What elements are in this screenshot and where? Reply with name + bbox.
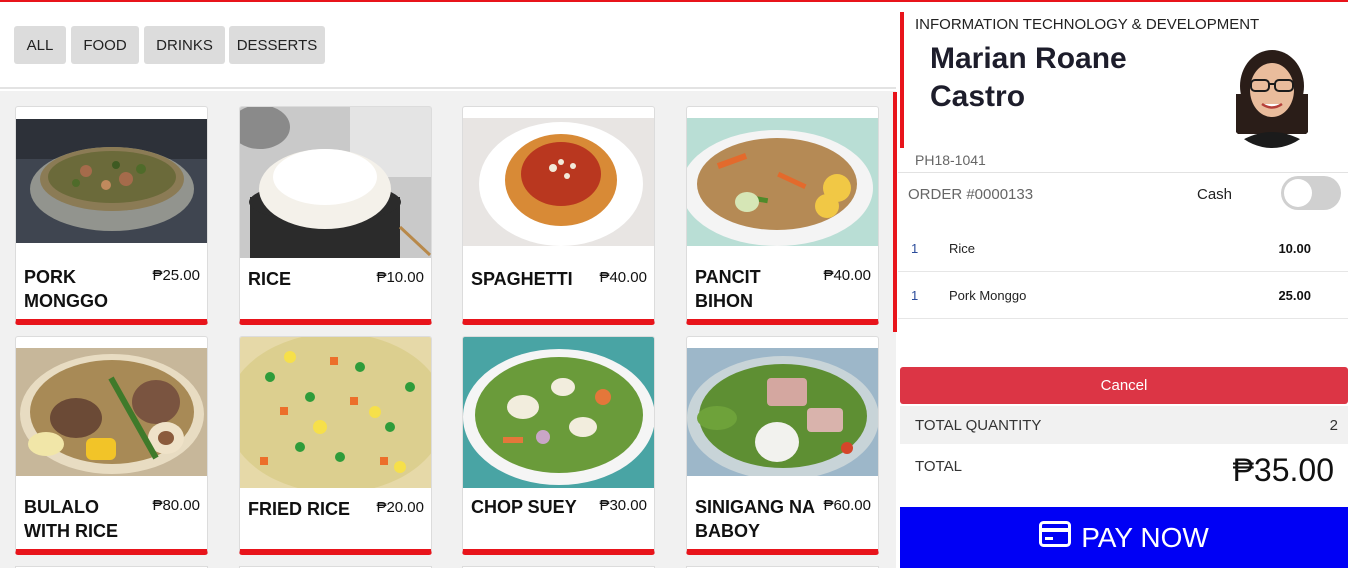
department-label: INFORMATION TECHNOLOGY & DEVELOPMENT: [915, 16, 1260, 33]
menu-card-name: SINIGANG NA BABOY: [695, 497, 815, 541]
bulalo-image: [16, 348, 207, 476]
sinigang-image: [687, 348, 878, 480]
menu-card-pancit-bihon[interactable]: PANCIT BIHON ₱40.00: [686, 106, 879, 325]
pay-now-button[interactable]: PAY NOW: [900, 507, 1348, 568]
menu-card-name: PANCIT BIHON: [695, 267, 761, 311]
menu-card-name: BULALO WITH RICE: [24, 497, 118, 541]
menu-card-price: ₱40.00: [599, 269, 647, 286]
pancit-bihon-image: [687, 118, 878, 246]
toggle-knob: [1284, 179, 1312, 207]
menu-card-price: ₱80.00: [152, 497, 200, 514]
pork-monggo-image: [16, 119, 207, 243]
filter-desserts-button[interactable]: DESSERTS: [229, 26, 325, 64]
order-line-qty: 1: [911, 241, 919, 256]
employee-name: Marian Roane Castro: [930, 42, 1127, 113]
order-line-qty: 1: [911, 288, 919, 303]
order-line[interactable]: 1 Pork Monggo 25.00: [898, 272, 1348, 319]
total-quantity-label: TOTAL QUANTITY: [915, 417, 1042, 434]
order-line-amount: 10.00: [1278, 241, 1311, 256]
cash-toggle[interactable]: [1281, 176, 1341, 210]
menu-card-pork-monggo[interactable]: PORK MONGGO ₱25.00: [15, 106, 208, 325]
menu-grid: PORK MONGGO ₱25.00 RICE ₱10.00 SPAGHETTI…: [0, 91, 896, 568]
menu-card-price: ₱20.00: [376, 499, 424, 516]
menu-card-rice[interactable]: RICE ₱10.00: [239, 106, 432, 325]
filter-drinks-button[interactable]: DRINKS: [144, 26, 225, 64]
menu-card-name: SPAGHETTI: [471, 269, 573, 289]
menu-card-price: ₱60.00: [823, 497, 871, 514]
filter-all-button[interactable]: ALL: [14, 26, 66, 64]
filter-food-button[interactable]: FOOD: [71, 26, 139, 64]
menu-scrollbar[interactable]: [893, 92, 897, 332]
total-quantity-row: TOTAL QUANTITY 2: [900, 406, 1348, 444]
total-quantity-value: 2: [1329, 417, 1338, 434]
category-filter-bar: ALL FOOD DRINKS DESSERTS: [0, 2, 896, 89]
total-amount: ₱35.00: [1232, 452, 1334, 488]
menu-card-sinigang-na-baboy[interactable]: SINIGANG NA BABOY ₱60.00: [686, 336, 879, 555]
chop-suey-image: [463, 337, 654, 488]
avatar: [1222, 44, 1322, 148]
menu-card-price: ₱10.00: [376, 269, 424, 286]
credit-card-icon: [1039, 521, 1072, 554]
total-label: TOTAL: [915, 458, 962, 475]
order-line[interactable]: 1 Rice 10.00: [898, 225, 1348, 272]
profile-accent-bar: [900, 12, 904, 148]
cancel-button[interactable]: Cancel: [900, 367, 1348, 404]
menu-card-spaghetti[interactable]: SPAGHETTI ₱40.00: [462, 106, 655, 325]
order-line-item: Pork Monggo: [949, 288, 1027, 303]
menu-card-price: ₱40.00: [823, 267, 871, 284]
payment-method-label: Cash: [1197, 186, 1233, 203]
menu-card-name: RICE: [248, 269, 292, 289]
fried-rice-image: [240, 337, 431, 493]
spaghetti-image: [463, 118, 654, 246]
menu-card-name: PORK MONGGO: [24, 267, 108, 311]
menu-pane: ALL FOOD DRINKS DESSERTS PORK MONGGO ₱25…: [0, 2, 898, 568]
order-line-item: Rice: [949, 241, 976, 256]
order-pane: INFORMATION TECHNOLOGY & DEVELOPMENT Mar…: [898, 2, 1348, 568]
menu-card-price: ₱30.00: [599, 497, 647, 514]
menu-card-bulalo-with-rice[interactable]: BULALO WITH RICE ₱80.00: [15, 336, 208, 555]
divider: [898, 172, 1348, 173]
menu-card-fried-rice[interactable]: FRIED RICE ₱20.00: [239, 336, 432, 555]
pay-now-label: PAY NOW: [1081, 521, 1209, 553]
employee-id: PH18-1041: [915, 152, 986, 168]
menu-card-price: ₱25.00: [152, 267, 200, 284]
menu-card-name: FRIED RICE: [248, 499, 351, 519]
menu-card-chop-suey[interactable]: CHOP SUEY ₱30.00: [462, 336, 655, 555]
rice-image: [240, 107, 431, 258]
order-line-amount: 25.00: [1278, 288, 1311, 303]
menu-card-name: CHOP SUEY: [471, 497, 577, 517]
order-number: ORDER #0000133: [908, 186, 1034, 203]
